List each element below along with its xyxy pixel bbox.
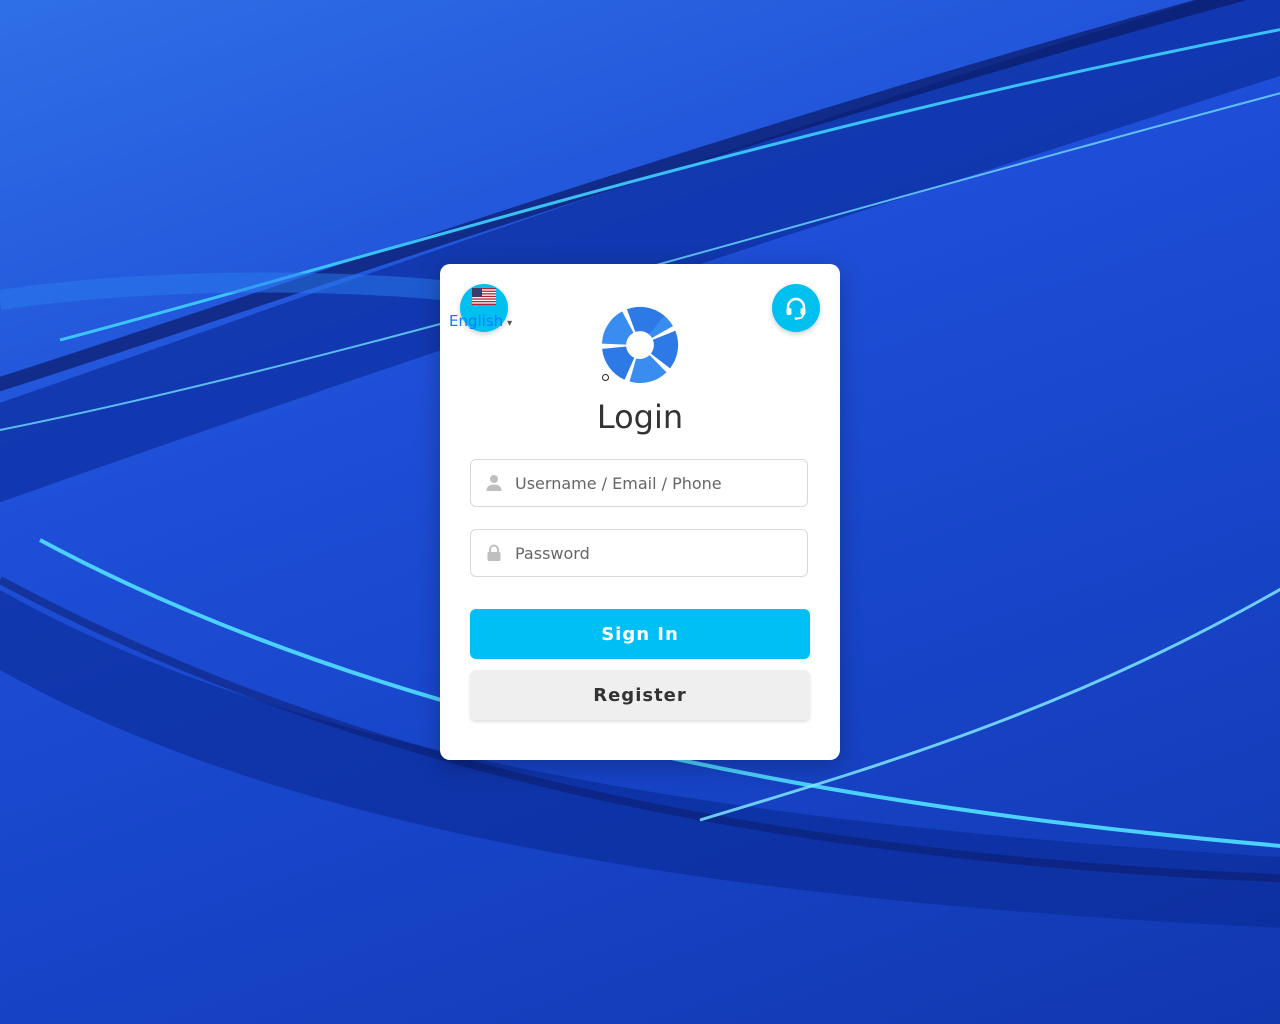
password-field[interactable] <box>470 529 808 577</box>
language-label[interactable]: English ▾ <box>449 312 512 330</box>
login-card: English ▾ Login Username / Email / Phone… <box>440 264 840 760</box>
headset-icon <box>786 297 806 320</box>
us-flag-icon <box>472 288 496 305</box>
language-selector[interactable]: English ▾ <box>449 284 512 332</box>
logo-dot <box>602 374 609 381</box>
lock-icon <box>487 544 501 561</box>
language-text: English <box>449 312 504 330</box>
password-input[interactable] <box>515 530 795 576</box>
caret-down-icon: ▾ <box>507 318 513 329</box>
sign-in-button[interactable]: Sign In <box>470 609 810 659</box>
page-title: Login <box>596 398 684 436</box>
user-icon <box>486 475 502 491</box>
customer-support-button[interactable] <box>772 284 820 332</box>
brand-logo-icon <box>601 306 679 384</box>
register-button[interactable]: Register <box>470 670 810 720</box>
username-input[interactable] <box>515 460 795 506</box>
username-field[interactable] <box>470 459 808 507</box>
